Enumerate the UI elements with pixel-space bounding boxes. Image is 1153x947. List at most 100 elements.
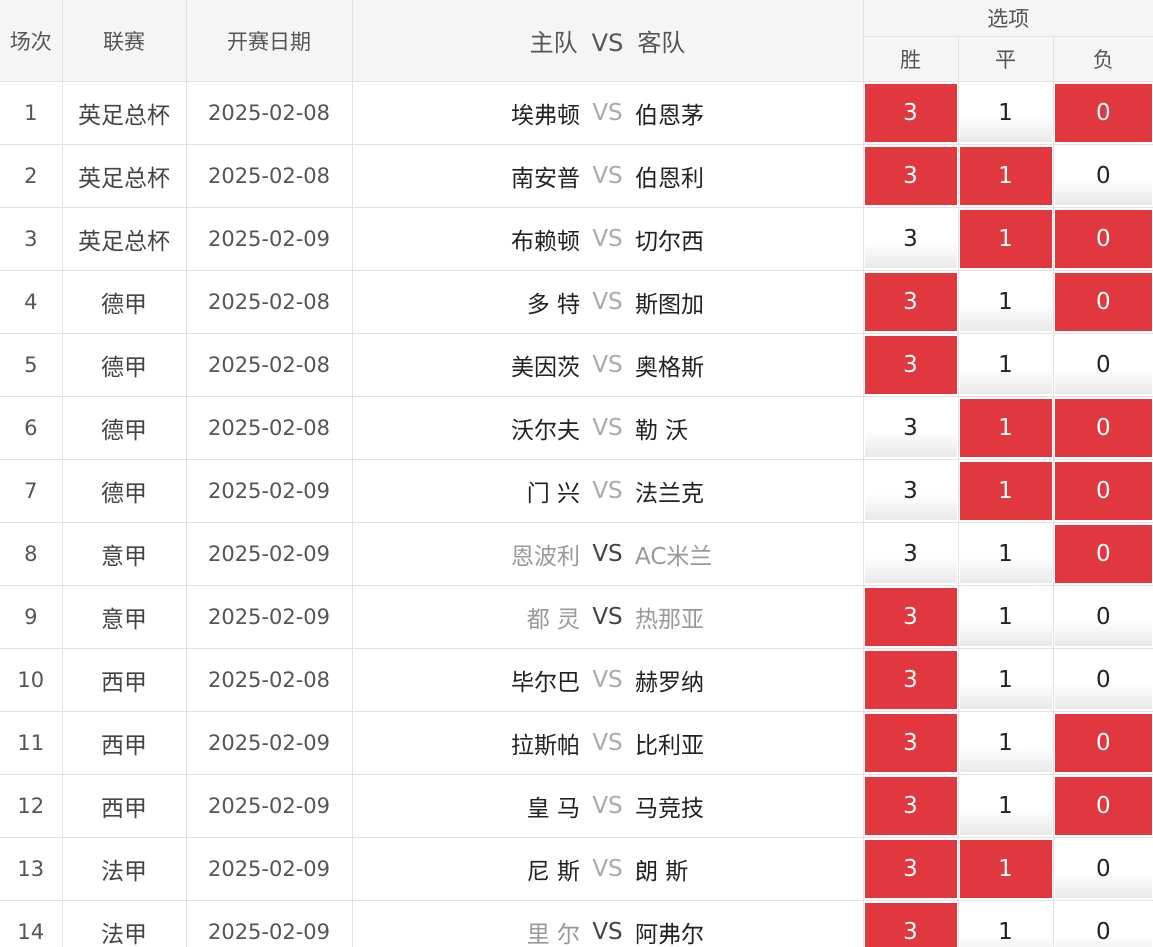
match-teams: 南安普 VS 伯恩利 [352,144,864,208]
option-draw-cell: 1 [958,648,1054,712]
option-draw-button[interactable]: 1 [959,714,1052,772]
option-draw-button[interactable]: 1 [959,273,1052,331]
option-draw-button[interactable]: 1 [959,399,1052,457]
match-teams: 门 兴 VS 法兰克 [352,459,864,523]
option-win-button[interactable]: 3 [864,210,957,268]
league-name: 法甲 [62,900,187,947]
option-draw-button[interactable]: 1 [959,903,1052,947]
option-draw-cell: 1 [958,207,1054,271]
match-teams: 布赖顿 VS 切尔西 [352,207,864,271]
option-lose-cell: 0 [1053,900,1153,947]
match-index: 9 [0,585,63,649]
option-win-button[interactable]: 3 [864,336,957,394]
option-win-cell: 3 [863,207,959,271]
option-lose-button[interactable]: 0 [1054,273,1153,331]
match-row: 12 西甲 2025-02-09 皇 马 VS 马竞技 3 1 0 [0,774,1153,838]
vs-label: VS [592,667,623,693]
header-away: 客队 [637,29,686,57]
match-teams: 里 尔 VS 阿弗尔 [352,900,864,947]
option-draw-button[interactable]: 1 [959,147,1052,205]
option-lose-button[interactable]: 0 [1054,903,1153,947]
match-date: 2025-02-08 [186,648,353,712]
match-teams: 埃弗顿 VS 伯恩茅 [352,81,864,145]
option-draw-button[interactable]: 1 [959,336,1052,394]
option-win-button[interactable]: 3 [864,588,957,646]
option-draw-button[interactable]: 1 [959,840,1052,898]
vs-label: VS [592,478,623,504]
vs-label: VS [592,793,623,819]
match-index: 3 [0,207,63,271]
league-name: 英足总杯 [62,81,187,145]
league-name: 德甲 [62,270,187,334]
option-draw-cell: 1 [958,396,1054,460]
match-index: 10 [0,648,63,712]
option-win-button[interactable]: 3 [864,525,957,583]
home-team: 南安普 [511,166,580,192]
option-lose-button[interactable]: 0 [1054,714,1153,772]
option-win-button[interactable]: 3 [864,777,957,835]
option-win-button[interactable]: 3 [864,399,957,457]
option-draw-button[interactable]: 1 [959,210,1052,268]
option-lose-button[interactable]: 0 [1054,462,1153,520]
header-idx: 场次 [0,0,63,82]
option-draw-button[interactable]: 1 [959,777,1052,835]
match-row: 14 法甲 2025-02-09 里 尔 VS 阿弗尔 3 1 0 [0,900,1153,947]
option-win-button[interactable]: 3 [864,462,957,520]
match-index: 5 [0,333,63,397]
match-teams: 拉斯帕 VS 比利亚 [352,711,864,775]
option-lose-button[interactable]: 0 [1054,840,1153,898]
option-lose-cell: 0 [1053,207,1153,271]
match-teams: 尼 斯 VS 朗 斯 [352,837,864,901]
option-win-button[interactable]: 3 [864,84,957,142]
option-draw-cell: 1 [958,585,1054,649]
header-date: 开赛日期 [186,0,353,82]
option-lose-cell: 0 [1053,711,1153,775]
option-draw-button[interactable]: 1 [959,525,1052,583]
option-draw-cell: 1 [958,522,1054,586]
option-lose-button[interactable]: 0 [1054,210,1153,268]
match-date: 2025-02-08 [186,396,353,460]
vs-label: VS [592,604,623,630]
header-opt-win: 胜 [863,36,959,82]
option-draw-button[interactable]: 1 [959,84,1052,142]
match-date: 2025-02-09 [186,522,353,586]
option-lose-button[interactable]: 0 [1054,399,1153,457]
option-lose-button[interactable]: 0 [1054,147,1153,205]
league-name: 英足总杯 [62,144,187,208]
league-name: 西甲 [62,648,187,712]
option-win-button[interactable]: 3 [864,840,957,898]
away-team: 马竞技 [635,796,704,822]
option-win-button[interactable]: 3 [864,714,957,772]
option-draw-button[interactable]: 1 [959,651,1052,709]
option-win-button[interactable]: 3 [864,651,957,709]
league-name: 德甲 [62,333,187,397]
option-win-cell: 3 [863,396,959,460]
option-lose-button[interactable]: 0 [1054,525,1153,583]
option-win-cell: 3 [863,459,959,523]
option-lose-button[interactable]: 0 [1054,336,1153,394]
option-win-cell: 3 [863,144,959,208]
match-row: 9 意甲 2025-02-09 都 灵 VS 热那亚 3 1 0 [0,585,1153,649]
option-lose-button[interactable]: 0 [1054,588,1153,646]
option-win-button[interactable]: 3 [864,273,957,331]
option-draw-button[interactable]: 1 [959,462,1052,520]
option-lose-button[interactable]: 0 [1054,777,1153,835]
option-lose-button[interactable]: 0 [1054,651,1153,709]
home-team: 埃弗顿 [511,103,580,129]
option-win-button[interactable]: 3 [864,903,957,947]
header-match: 主队 VS 客队 [352,0,864,82]
option-lose-button[interactable]: 0 [1054,84,1153,142]
vs-label: VS [592,352,623,378]
league-name: 意甲 [62,585,187,649]
header-league: 联赛 [62,0,187,82]
match-row: 8 意甲 2025-02-09 恩波利 VS AC米兰 3 1 0 [0,522,1153,586]
away-team: 斯图加 [635,292,704,318]
option-win-button[interactable]: 3 [864,147,957,205]
vs-label: VS [592,226,623,252]
option-win-cell: 3 [863,333,959,397]
option-lose-cell: 0 [1053,837,1153,901]
option-draw-button[interactable]: 1 [959,588,1052,646]
option-win-cell: 3 [863,270,959,334]
league-name: 德甲 [62,459,187,523]
match-index: 4 [0,270,63,334]
